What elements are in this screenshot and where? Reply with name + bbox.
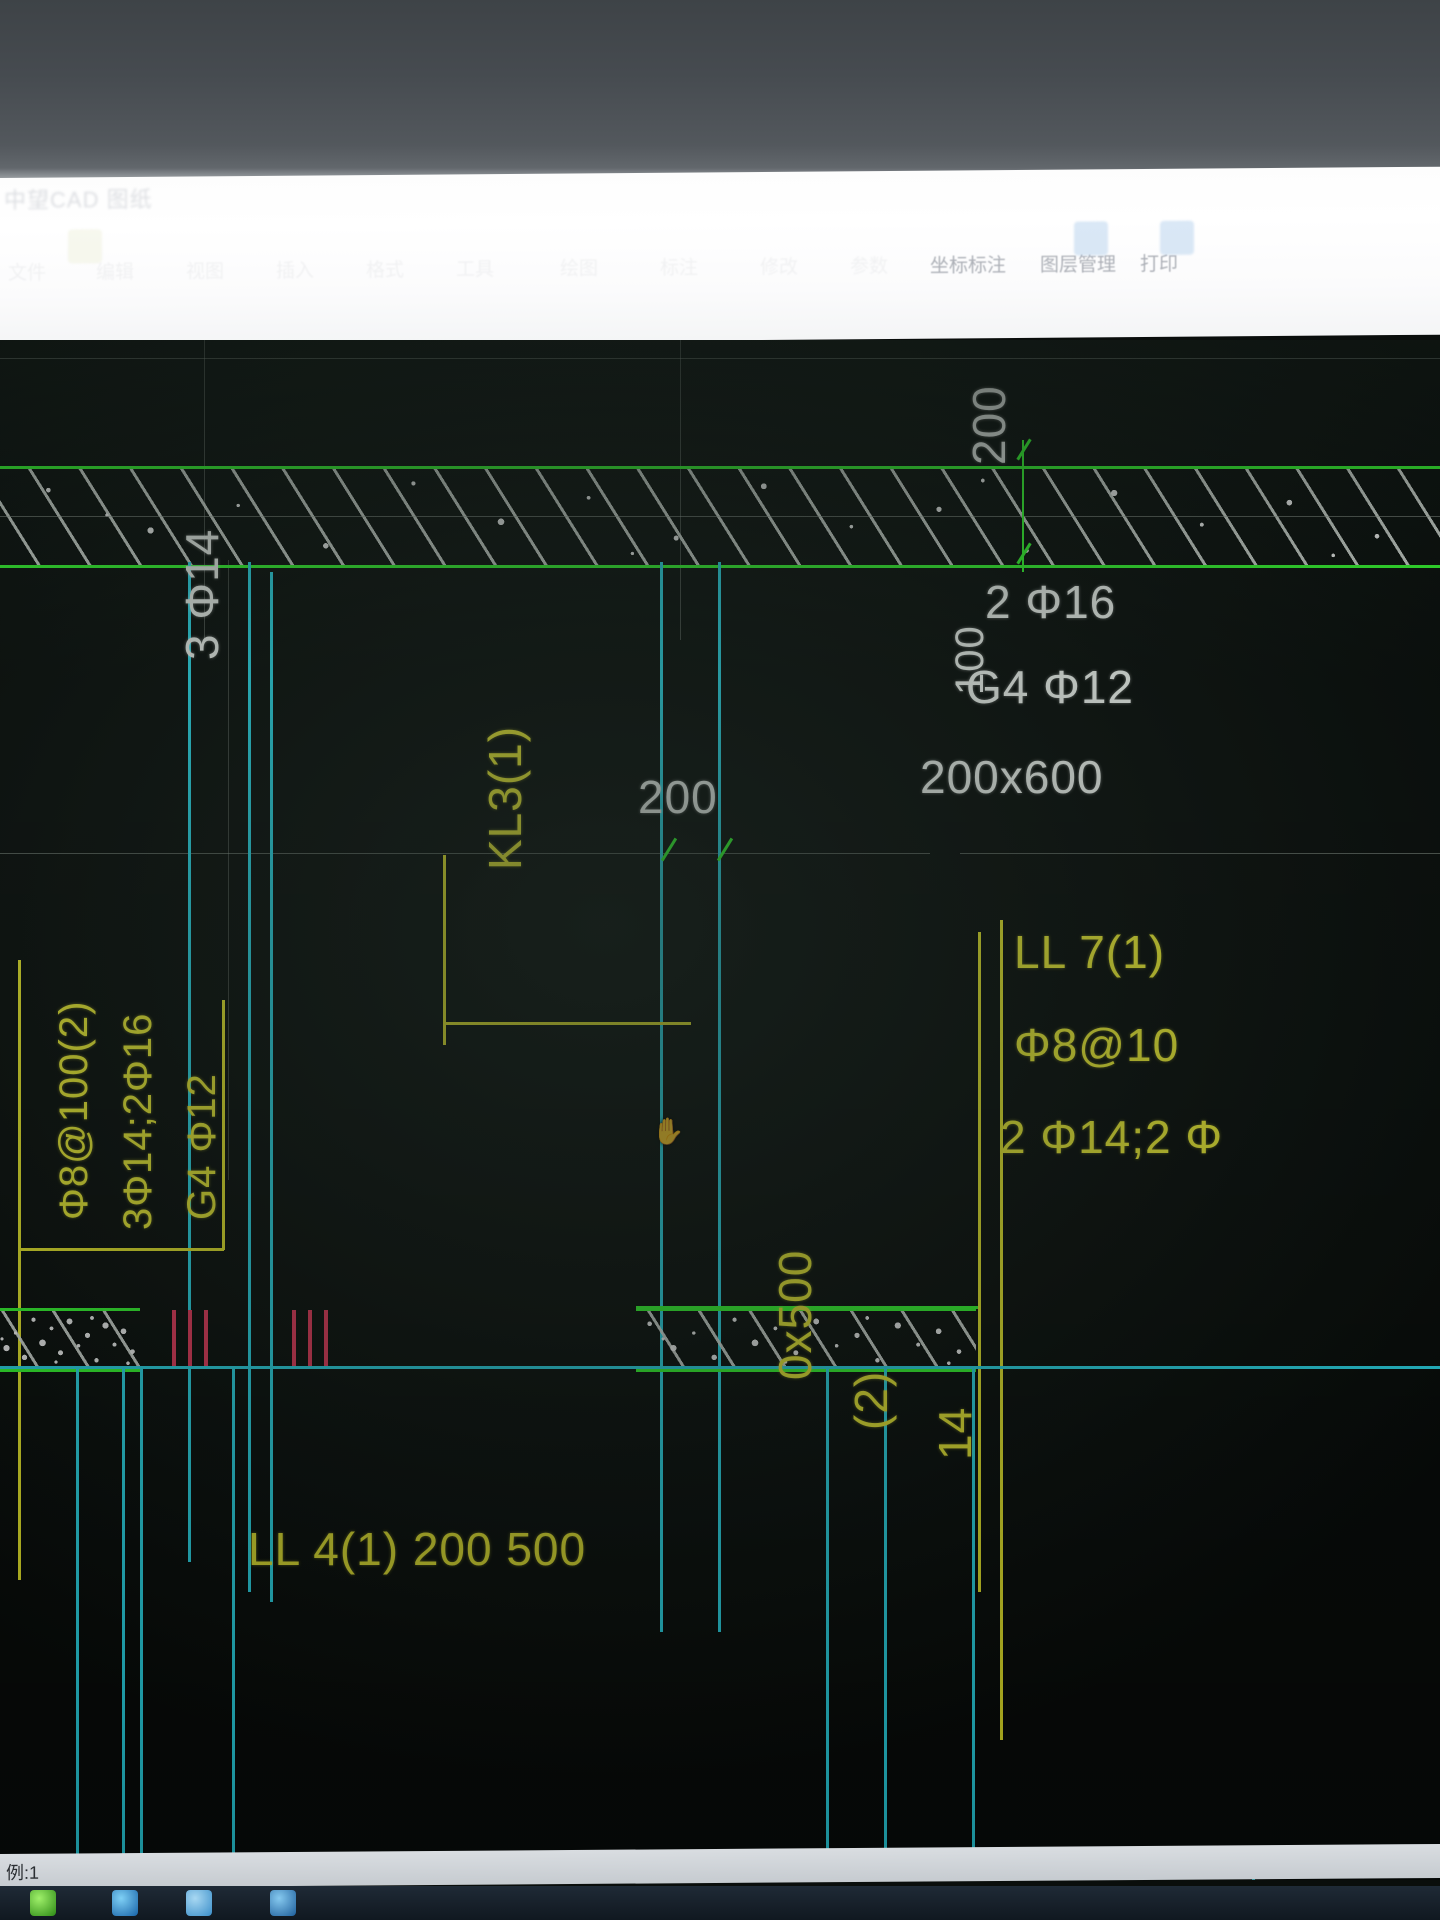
dimension-tick <box>660 837 678 862</box>
rebar-tick-red <box>172 1310 176 1366</box>
monitor-bezel-top <box>0 0 1440 186</box>
slab-centerline <box>0 516 1440 517</box>
menu-item-edit[interactable]: 编辑 <box>96 257 134 284</box>
menu-item-parametric[interactable]: 参数 <box>850 251 888 278</box>
leader-horizontal-left <box>18 1248 224 1251</box>
centerline-horizontal <box>0 853 930 854</box>
annotation-rebar-LL7: 2 Φ14;2 Φ <box>1000 1111 1224 1163</box>
annotation-beam-span-bottom: (2) <box>845 1370 897 1430</box>
beam-edge-yellow <box>978 932 981 1592</box>
hatched-slab-band-bottom-left <box>0 1308 140 1372</box>
beam-edge-cyan <box>270 572 273 1602</box>
leader-vertical-ll7 <box>1000 920 1003 1740</box>
status-scale-label: 例:1 <box>6 1862 40 1883</box>
beam-edge-cyan <box>248 562 251 1592</box>
browser-icon[interactable] <box>112 1890 138 1916</box>
lower-beam-edge <box>884 1368 887 1880</box>
annotation-dim-mid-200: 200 <box>638 771 718 823</box>
rebar-tick-red <box>204 1310 208 1366</box>
annotation-beam-section-bottom-500: 0x500 <box>769 1249 821 1380</box>
lower-beam-edge <box>122 1368 125 1880</box>
dimension-tick <box>1016 438 1032 461</box>
menu-bar[interactable]: 文件 编辑 视图 插入 格式 工具 绘图 标注 修改 参数 坐标标注 图层管理 … <box>0 241 1440 298</box>
menu-item-tools[interactable]: 工具 <box>456 254 494 281</box>
leader-vertical-left <box>18 960 21 1580</box>
annotation-rebar-bottom-14: 14 <box>929 1406 981 1460</box>
application-chrome: 中望CAD 图纸 文件 编辑 视图 插入 格式 工具 绘图 标注 修改 参数 坐… <box>0 166 1440 346</box>
folder-icon[interactable] <box>186 1890 212 1916</box>
menu-item-view[interactable]: 视图 <box>186 256 224 283</box>
annotation-rebar-top-2phi16: 2 Φ16 <box>985 576 1117 628</box>
annotation-beam-label-KL3: KL3(1) <box>479 725 531 870</box>
annotation-rebar-G4phi12: G4 Φ12 <box>966 661 1135 713</box>
settings-gear-icon[interactable] <box>1074 221 1108 256</box>
start-orb-icon[interactable] <box>30 1890 56 1916</box>
annotation-beam-section-200x600: 200x600 <box>920 751 1104 803</box>
menu-item-insert[interactable]: 插入 <box>276 256 314 283</box>
annotation-rebar-left-3phi14-2phi16: 3Φ14;2Φ16 <box>116 1012 160 1230</box>
centerline-horizontal <box>960 853 1440 854</box>
lower-beam-edge <box>232 1368 235 1880</box>
rebar-tick-red <box>292 1310 296 1366</box>
construction-line <box>0 358 1440 359</box>
taskbar[interactable] <box>0 1886 1440 1920</box>
menu-item-modify[interactable]: 修改 <box>760 252 798 279</box>
menu-item-file[interactable]: 文件 <box>8 258 46 285</box>
beam-edge-cyan <box>660 562 663 1632</box>
pan-hand-cursor[interactable]: ✋ <box>652 1118 684 1148</box>
concrete-speckle <box>0 1311 140 1369</box>
rebar-tick-red <box>324 1310 328 1366</box>
menu-item-format[interactable]: 格式 <box>366 255 404 282</box>
annotation-dim-top-right-200: 200 <box>963 385 1015 465</box>
globe-icon[interactable] <box>1160 220 1194 255</box>
annotation-rebar-left-G4phi12: G4 Φ12 <box>180 1073 224 1220</box>
leader-horizontal-kl3 <box>443 1022 691 1025</box>
app-icon[interactable] <box>270 1890 296 1916</box>
window-title: 中望CAD 图纸 <box>4 186 153 213</box>
annotation-stirrup-left-phi8: Φ8@100(2) <box>52 1000 96 1220</box>
rebar-tick-red <box>188 1310 192 1366</box>
slab-bottom-edge <box>0 1366 1440 1369</box>
annotation-rebar-left-3phi14: 3 Φ14 <box>176 528 228 660</box>
annotation-stirrup-LL7: Φ8@10 <box>1014 1019 1180 1071</box>
cad-canvas[interactable]: 200 100 2 Φ16 G4 Φ12 200x600 200 3 Φ14 K… <box>0 340 1440 1880</box>
monitor-photo: 中望CAD 图纸 文件 编辑 视图 插入 格式 工具 绘图 标注 修改 参数 坐… <box>0 0 1440 1920</box>
toolbar-coordinate-label[interactable]: 坐标标注 <box>930 250 1006 278</box>
beam-edge-cyan <box>188 562 191 1562</box>
menu-item-dimension[interactable]: 标注 <box>660 253 698 280</box>
lower-beam-edge <box>826 1368 829 1880</box>
annotation-beam-label-bottom: LL 4(1) 200 500 <box>248 1523 587 1575</box>
beam-edge-cyan <box>718 562 721 1632</box>
menu-item-draw[interactable]: 绘图 <box>560 253 598 280</box>
annotation-beam-label-LL7: LL 7(1) <box>1014 926 1166 978</box>
leader-vertical-kl3 <box>443 855 446 1045</box>
lower-beam-edge <box>76 1368 79 1880</box>
new-file-icon[interactable] <box>68 229 102 264</box>
lower-beam-edge <box>140 1368 143 1880</box>
rebar-tick-red <box>308 1310 312 1366</box>
